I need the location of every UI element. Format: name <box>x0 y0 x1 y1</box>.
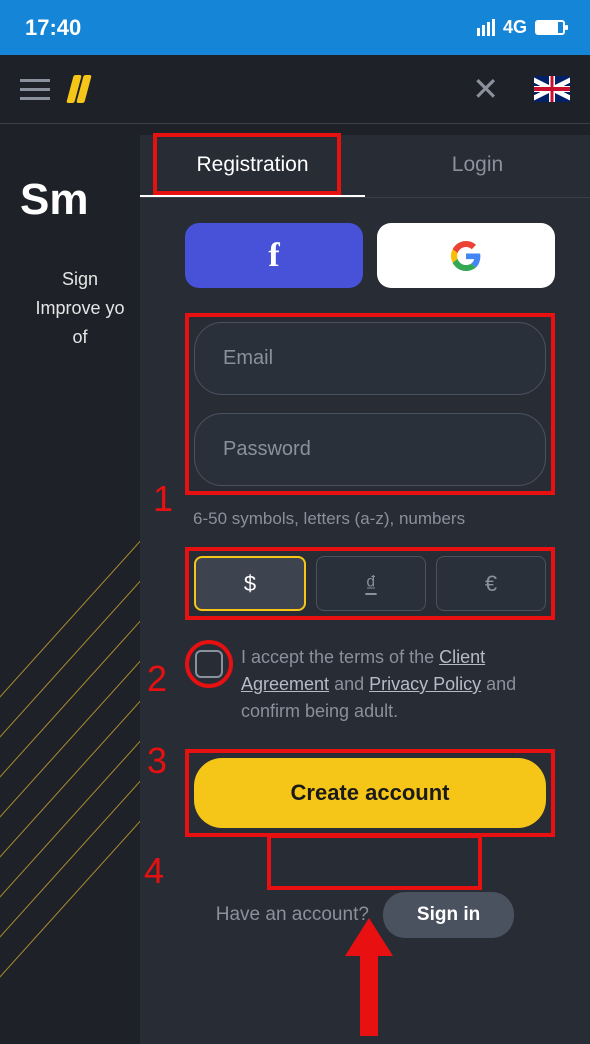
password-field[interactable] <box>194 413 546 486</box>
backdrop-text: Sign Improve yo of <box>20 265 140 351</box>
currency-selector: $ ₫ € <box>185 547 555 620</box>
tab-registration[interactable]: Registration <box>140 135 365 197</box>
annotation-create-wrap: Create account <box>185 749 555 837</box>
network-label: 4G <box>503 17 527 38</box>
hamburger-icon[interactable] <box>20 79 50 100</box>
annotation-step-4: 4 <box>144 850 164 892</box>
tab-login[interactable]: Login <box>365 135 590 197</box>
password-hint: 6-50 symbols, letters (a-z), numbers <box>193 509 555 529</box>
facebook-icon: f <box>268 237 279 275</box>
currency-eur-button[interactable]: € <box>436 556 546 611</box>
currency-dong-button[interactable]: ₫ <box>316 556 426 611</box>
have-account-text: Have an account? <box>216 904 369 926</box>
registration-panel: Registration Login f 6-50 symbols, lette… <box>140 135 590 1044</box>
status-time: 17:40 <box>25 15 81 41</box>
annotation-create-inner <box>267 834 482 890</box>
annotation-step-1: 1 <box>153 478 173 520</box>
terms-text: I accept the terms of the Client Agreeme… <box>241 644 555 725</box>
decoration-lines <box>0 604 140 1044</box>
have-account-row: Have an account? Sign in <box>175 892 555 938</box>
facebook-signup-button[interactable]: f <box>185 223 363 288</box>
auth-tabs: Registration Login <box>140 135 590 198</box>
terms-row: I accept the terms of the Client Agreeme… <box>189 644 555 725</box>
top-nav: ✕ <box>0 55 590 124</box>
backdrop-content: Sm Sign Improve yo of <box>0 135 140 1044</box>
logo-icon <box>70 75 88 103</box>
annotation-checkbox-ring <box>185 640 233 688</box>
google-icon <box>451 241 481 271</box>
privacy-policy-link[interactable]: Privacy Policy <box>369 674 481 694</box>
backdrop-heading: Sm <box>20 175 140 225</box>
signal-icon <box>477 19 495 36</box>
currency-usd-button[interactable]: $ <box>194 556 306 611</box>
battery-icon <box>535 20 565 35</box>
language-flag-icon[interactable] <box>534 76 570 102</box>
credentials-group <box>185 313 555 495</box>
annotation-step-2: 2 <box>147 658 167 700</box>
create-account-button[interactable]: Create account <box>194 758 546 828</box>
email-field[interactable] <box>194 322 546 395</box>
annotation-step-3: 3 <box>147 740 167 782</box>
status-right: 4G <box>477 17 565 38</box>
google-signup-button[interactable] <box>377 223 555 288</box>
status-bar: 17:40 4G <box>0 0 590 55</box>
panel-body: f 6-50 symbols, letters (a-z), numbers $… <box>140 198 590 1044</box>
signin-button[interactable]: Sign in <box>383 892 514 938</box>
close-icon[interactable]: ✕ <box>472 70 499 108</box>
